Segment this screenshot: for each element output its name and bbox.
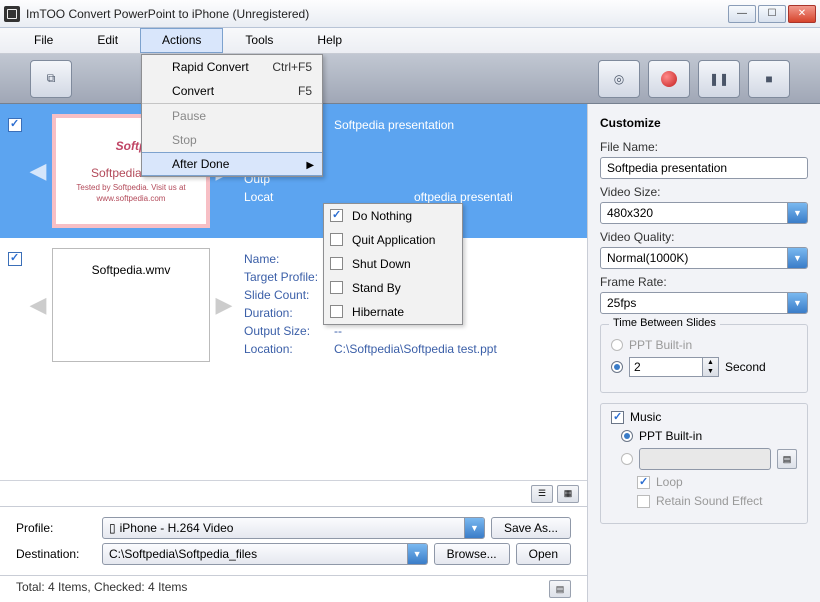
window-title: ImTOO Convert PowerPoint to iPhone (Unre… [26,7,728,21]
checkbox-icon [330,281,343,294]
chevron-down-icon: ▼ [464,518,484,538]
radio-custom-interval[interactable] [611,361,623,373]
after-done-hibernate[interactable]: Hibernate [324,300,462,324]
action-convert[interactable]: ConvertF5 [142,79,322,103]
item-checkbox[interactable] [8,118,22,132]
music-browse-button[interactable]: ▤ [777,449,797,469]
filename-label: File Name: [600,140,808,154]
record-button[interactable] [648,60,690,98]
music-group: Music PPT Built-in ▤ Loop Retain Sound E… [600,403,808,524]
open-button[interactable]: Open [516,543,571,565]
radio-ppt-builtin[interactable] [611,339,623,351]
checkbox-icon [330,305,343,318]
pause-button[interactable]: ❚❚ [698,60,740,98]
loop-checkbox[interactable] [637,476,650,489]
spinner-icon[interactable]: ▲▼ [702,358,718,376]
after-done-do-nothing[interactable]: Do Nothing [324,204,462,228]
prev-icon[interactable]: ◀ [28,158,48,184]
customize-panel: Customize File Name: Softpedia presentat… [588,104,820,602]
minimize-button[interactable]: — [728,5,756,23]
chevron-down-icon: ▼ [787,248,807,268]
item-checkbox[interactable] [8,252,22,266]
videosize-select[interactable]: 480x320▼ [600,202,808,224]
time-between-slides-group: Time Between Slides PPT Built-in 2▲▼ Sec… [600,324,808,393]
checkbox-icon [330,233,343,246]
app-icon [4,6,20,22]
actions-dropdown: Rapid ConvertCtrl+F5 ConvertF5 Pause Sto… [141,54,323,177]
menu-help[interactable]: Help [295,28,364,53]
stop-icon: ■ [765,72,772,86]
filename-input[interactable]: Softpedia presentation [600,157,808,179]
browse-button[interactable]: Browse... [434,543,510,565]
close-button[interactable]: ✕ [788,5,816,23]
menu-actions-label: Actions [162,33,201,47]
pause-icon: ❚❚ [709,72,729,86]
chevron-down-icon: ▼ [407,544,427,564]
destination-label: Destination: [16,547,96,561]
chevron-down-icon: ▼ [787,293,807,313]
titlebar: ImTOO Convert PowerPoint to iPhone (Unre… [0,0,820,28]
menubar: File Edit Actions Rapid ConvertCtrl+F5 C… [0,28,820,54]
music-file-input [639,448,771,470]
framerate-select[interactable]: 25fps▼ [600,292,808,314]
profile-label: Profile: [16,521,96,535]
maximize-button[interactable]: ☐ [758,5,786,23]
save-as-button[interactable]: Save As... [491,517,571,539]
customize-title: Customize [600,116,808,130]
chevron-down-icon: ▼ [787,203,807,223]
radio-music-file[interactable] [621,453,633,465]
after-done-submenu: Do Nothing Quit Application Shut Down St… [323,203,463,325]
checkbox-icon [330,209,343,222]
target-icon: ◎ [614,72,624,86]
action-rapid-convert[interactable]: Rapid ConvertCtrl+F5 [142,55,322,79]
view-grid-button[interactable]: ▦ [557,485,579,503]
retain-checkbox[interactable] [637,495,650,508]
after-done-shutdown[interactable]: Shut Down [324,252,462,276]
videosize-label: Video Size: [600,185,808,199]
menu-file[interactable]: File [12,28,75,53]
music-checkbox[interactable] [611,411,624,424]
status-bar: Total: 4 Items, Checked: 4 Items ▤ [0,575,587,602]
add-slide-icon: ⧉ [47,71,56,86]
after-done-quit[interactable]: Quit Application [324,228,462,252]
status-text: Total: 4 Items, Checked: 4 Items [16,580,187,598]
action-after-done[interactable]: After Done▶ [142,152,322,176]
view-list-button[interactable]: ☰ [531,485,553,503]
next-icon[interactable]: ▶ [214,292,234,318]
interval-spinner[interactable]: 2▲▼ [629,357,719,377]
action-pause[interactable]: Pause [142,103,322,128]
menu-edit[interactable]: Edit [75,28,140,53]
stop-button[interactable]: ■ [748,60,790,98]
bottom-panel: Profile: ▯iPhone - H.264 Video▼ Save As.… [0,506,587,575]
record-icon [661,71,677,87]
after-done-standby[interactable]: Stand By [324,276,462,300]
toolbar: ⧉ ◎ ❚❚ ■ [0,54,820,104]
profile-select[interactable]: ▯iPhone - H.264 Video▼ [102,517,485,539]
status-toggle-button[interactable]: ▤ [549,580,571,598]
action-stop[interactable]: Stop [142,128,322,152]
item-thumbnail[interactable]: Softpedia.wmv [52,248,210,362]
view-toolbar: ☰ ▦ [0,480,587,506]
checkbox-icon [330,257,343,270]
menu-tools[interactable]: Tools [223,28,295,53]
quality-label: Video Quality: [600,230,808,244]
framerate-label: Frame Rate: [600,275,808,289]
target-button[interactable]: ◎ [598,60,640,98]
group-title: Time Between Slides [609,317,720,329]
quality-select[interactable]: Normal(1000K)▼ [600,247,808,269]
prev-icon[interactable]: ◀ [28,292,48,318]
list-item[interactable]: ◀ Softpedia.wmv ▶ Name:Softpedia test Ta… [0,238,587,372]
menu-actions[interactable]: Actions Rapid ConvertCtrl+F5 ConvertF5 P… [140,28,223,53]
add-button[interactable]: ⧉ [30,60,72,98]
destination-input[interactable]: C:\Softpedia\Softpedia_files▼ [102,543,428,565]
radio-music-ppt[interactable] [621,430,633,442]
